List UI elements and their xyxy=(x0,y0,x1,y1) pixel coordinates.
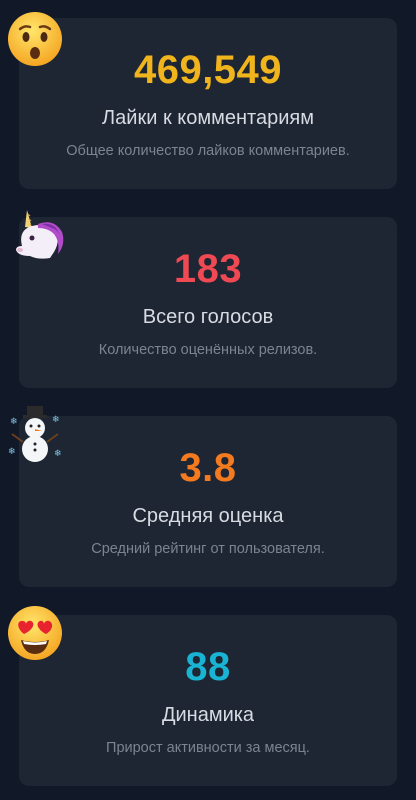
unicorn-emoji-icon xyxy=(8,206,66,264)
stat-card-average-rating: 3.8 Средняя оценка Средний рейтинг от по… xyxy=(19,416,397,587)
stat-description: Средний рейтинг от пользователя. xyxy=(91,541,325,557)
hushed-face-emoji-icon xyxy=(6,10,64,68)
stat-card-total-votes: 183 Всего голосов Количество оценённых р… xyxy=(19,217,397,388)
stat-card-dynamics: 88 Динамика Прирост активности за месяц. xyxy=(19,615,397,786)
stat-description: Прирост активности за месяц. xyxy=(106,740,310,756)
stat-value: 88 xyxy=(185,645,231,689)
heart-eyes-face-emoji-icon xyxy=(6,604,64,662)
stat-description: Количество оценённых релизов. xyxy=(98,342,318,358)
stat-card-comment-likes: 469,549 Лайки к комментариям Общее колич… xyxy=(19,18,397,189)
stat-title: Лайки к комментариям xyxy=(102,107,314,129)
stat-title: Всего голосов xyxy=(142,306,274,328)
stat-title: Средняя оценка xyxy=(132,505,284,527)
stat-value: 183 xyxy=(173,247,243,291)
snowman-emoji-icon: ❄ ❄ ❄ ❄ xyxy=(6,404,64,462)
svg-text:❄: ❄ xyxy=(54,448,62,458)
stat-value: 3.8 xyxy=(179,446,237,490)
stat-description: Общее количество лайков комментариев. xyxy=(66,143,350,159)
svg-text:❄: ❄ xyxy=(8,446,16,456)
svg-text:❄: ❄ xyxy=(10,416,18,426)
stat-value: 469,549 xyxy=(133,48,283,92)
svg-text:❄: ❄ xyxy=(52,414,60,424)
stat-title: Динамика xyxy=(161,704,255,726)
